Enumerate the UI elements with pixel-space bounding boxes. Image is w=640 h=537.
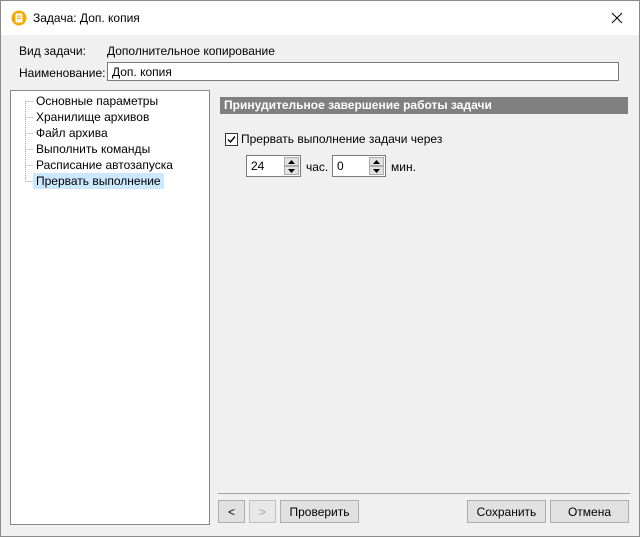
arrow-down-icon xyxy=(288,168,295,173)
checkmark-icon xyxy=(227,136,236,144)
minutes-down-button[interactable] xyxy=(369,166,384,175)
cancel-button[interactable]: Отмена xyxy=(550,500,629,523)
close-icon xyxy=(611,12,623,24)
tree-item-archive-file[interactable]: Файл архива xyxy=(33,125,111,141)
name-label: Наименование: xyxy=(19,66,106,80)
arrow-up-icon xyxy=(288,159,295,164)
close-button[interactable] xyxy=(603,5,631,31)
minutes-value[interactable]: 0 xyxy=(337,159,344,173)
minutes-spinner[interactable]: 0 xyxy=(332,155,386,177)
task-dialog: Задача: Доп. копия Вид задачи: Дополните… xyxy=(0,0,640,537)
app-logo-icon xyxy=(11,10,27,26)
settings-tree: Основные параметры Хранилище архивов Фай… xyxy=(10,90,210,525)
task-type-value: Дополнительное копирование xyxy=(107,44,275,58)
title-bar: Задача: Доп. копия xyxy=(1,1,639,36)
back-button[interactable]: < xyxy=(218,500,245,523)
interrupt-checkbox-label[interactable]: Прервать выполнение задачи через xyxy=(241,132,442,146)
hours-up-button[interactable] xyxy=(284,157,299,166)
window-title: Задача: Доп. копия xyxy=(33,11,140,25)
minutes-up-button[interactable] xyxy=(369,157,384,166)
hours-unit-label: час. xyxy=(306,160,329,174)
interrupt-checkbox[interactable] xyxy=(225,133,238,146)
minutes-spin-buttons xyxy=(369,157,384,175)
task-type-label: Вид задачи: xyxy=(19,44,86,58)
hours-spinner[interactable]: 24 xyxy=(246,155,301,177)
tree-item-interrupt[interactable]: Прервать выполнение xyxy=(33,173,164,189)
tree-item-autostart-schedule[interactable]: Расписание автозапуска xyxy=(33,157,176,173)
panel-header: Принудительное завершение работы задачи xyxy=(220,97,628,114)
footer-divider xyxy=(218,493,630,494)
forward-button[interactable]: > xyxy=(249,500,276,523)
arrow-up-icon xyxy=(373,159,380,164)
hours-spin-buttons xyxy=(284,157,299,175)
arrow-down-icon xyxy=(373,168,380,173)
hours-value[interactable]: 24 xyxy=(251,159,264,173)
name-input[interactable] xyxy=(107,62,619,81)
hours-down-button[interactable] xyxy=(284,166,299,175)
tree-item-archive-storage[interactable]: Хранилище архивов xyxy=(33,109,152,125)
tree-item-run-commands[interactable]: Выполнить команды xyxy=(33,141,153,157)
save-button[interactable]: Сохранить xyxy=(467,500,546,523)
tree-item-main-params[interactable]: Основные параметры xyxy=(33,93,161,109)
check-button[interactable]: Проверить xyxy=(280,500,359,523)
minutes-unit-label: мин. xyxy=(391,160,416,174)
